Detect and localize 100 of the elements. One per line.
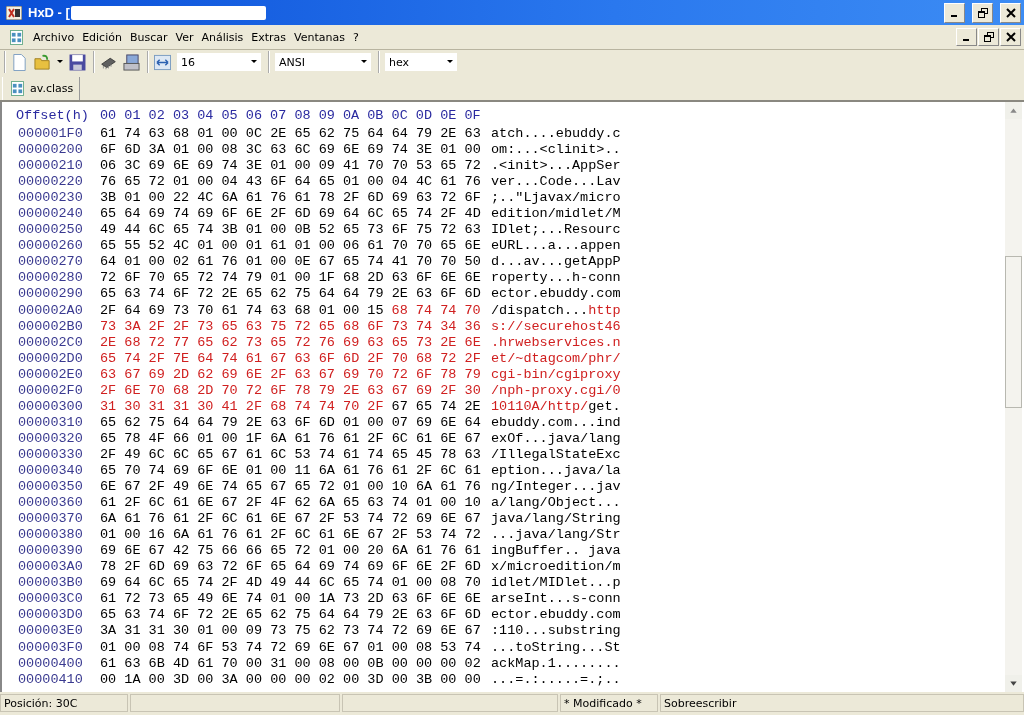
hex-bytes[interactable]: 01 00 08 74 6F 53 74 72 69 6E 67 01 00 08 53 74 <box>100 639 481 656</box>
ascii-text[interactable]: cgi-bin/cgiproxy <box>491 366 621 383</box>
menu-item[interactable]: Ver <box>171 30 198 44</box>
hex-bytes[interactable]: 65 70 74 69 6F 6E 01 00 11 6A 61 76 61 2F 6C 61 <box>100 463 481 480</box>
hex-bytes[interactable]: 65 64 69 74 69 6F 6E 2F 6D 69 64 6C 65 74 2F 4D <box>100 206 481 223</box>
ascii-text[interactable]: get. <box>588 398 621 415</box>
restore-button[interactable] <box>978 28 999 46</box>
ascii-text[interactable]: x/microedition/m <box>491 559 621 576</box>
hex-bytes[interactable]: 76 65 72 01 00 04 43 6F 64 65 01 00 04 4C 61 76 <box>100 174 481 191</box>
hex-bytes[interactable]: 65 74 2F 7E 64 74 61 67 63 6F 6D 2F 70 68 72 2F <box>100 350 481 367</box>
hex-bytes[interactable]: 49 44 6C 65 74 3B 01 00 0B 52 65 73 6F 75 72 63 <box>100 222 481 239</box>
disk-drive-icon[interactable] <box>123 53 140 71</box>
ascii-text[interactable]: /dispatch... <box>491 302 589 319</box>
menu-item[interactable]: Extras <box>247 30 291 44</box>
ascii-text[interactable]: :110...substring <box>491 623 621 640</box>
hex-bytes[interactable]: 61 72 73 65 49 6E 74 01 00 1A 73 2D 63 6F 6E 6E <box>100 591 481 608</box>
ascii-text[interactable]: roperty...h-conn <box>491 270 621 287</box>
hex-bytes[interactable]: 65 63 74 6F 72 2E 65 62 75 64 64 79 2E 63 6F 6D <box>100 607 481 624</box>
ascii-text[interactable]: 10110A/http/ <box>491 398 589 415</box>
hex-bytes[interactable]: 65 78 4F 66 01 00 1F 6A 61 76 61 2F 6C 61 6E 67 <box>100 430 481 447</box>
restore-button[interactable] <box>972 2 993 23</box>
dropdown-arrow-icon[interactable] <box>57 60 63 64</box>
menu-item[interactable]: ? <box>349 30 363 44</box>
hex-bytes[interactable]: 64 01 00 02 61 76 01 00 0E 67 65 74 41 70 70 50 <box>100 254 481 271</box>
ascii-text[interactable]: om:...<clinit>.. <box>491 142 621 159</box>
ascii-text[interactable]: http <box>588 302 621 319</box>
hex-bytes[interactable]: 3B 01 00 22 4C 6A 61 76 61 78 2F 6D 69 63 72 6F <box>100 190 481 207</box>
ascii-text[interactable]: ector.ebuddy.com <box>491 607 621 624</box>
document-icon[interactable] <box>10 29 23 45</box>
minimize-button[interactable] <box>956 28 977 46</box>
hex-bytes[interactable]: 6E 67 2F 49 6E 74 65 67 65 72 01 00 10 6A 61 76 <box>100 479 481 496</box>
file-tab[interactable]: av.class <box>2 77 81 100</box>
ascii-text[interactable]: et/~dtagcom/phr/ <box>491 350 621 367</box>
ascii-text[interactable]: ng/Integer...jav <box>491 479 621 496</box>
hex-bytes[interactable]: 00 1A 00 3D 00 3A 00 00 00 02 00 3D 00 3B 00 00 <box>100 671 481 688</box>
hex-bytes[interactable]: 65 55 52 4C 01 00 01 61 01 00 06 61 70 70 65 6E <box>100 238 481 255</box>
ascii-text[interactable]: /nph-proxy.cgi/0 <box>491 382 621 399</box>
hex-bytes[interactable]: 2F 64 69 73 70 61 74 63 68 01 00 15 <box>100 302 384 319</box>
hex-bytes[interactable]: 78 2F 6D 69 63 72 6F 65 64 69 74 69 6F 6E 2F 6D <box>100 559 481 576</box>
ascii-text[interactable]: .hrwebservices.n <box>491 334 621 351</box>
ascii-text[interactable]: s://securehost46 <box>491 318 621 335</box>
ascii-text[interactable]: ...java/lang/Str <box>491 527 621 544</box>
close-button[interactable] <box>1000 2 1021 23</box>
ascii-text[interactable]: eption...java/la <box>491 463 621 480</box>
hex-bytes[interactable]: 69 64 6C 65 74 2F 4D 49 44 6C 65 74 01 00 08 70 <box>100 575 481 592</box>
hex-bytes[interactable]: 67 65 74 2E <box>391 398 481 415</box>
bytes-per-row-dropdown[interactable]: 16 <box>177 53 261 71</box>
ascii-text[interactable]: ector.ebuddy.com <box>491 286 621 303</box>
menu-item[interactable]: Buscar <box>125 30 172 44</box>
hex-bytes[interactable]: 69 6E 67 42 75 66 66 65 72 01 00 20 6A 61 76 61 <box>100 543 481 560</box>
hex-bytes[interactable]: 01 00 16 6A 61 76 61 2F 6C 61 6E 67 2F 53 74 72 <box>100 527 481 544</box>
charset-dropdown[interactable]: ANSI <box>275 53 371 71</box>
new-file-icon[interactable] <box>11 53 28 71</box>
ascii-text[interactable]: .<init>...AppSer <box>491 158 621 175</box>
menu-item[interactable]: Ventanas <box>290 30 350 44</box>
ascii-text[interactable]: edition/midlet/M <box>491 206 621 223</box>
ascii-text[interactable]: ver...Code...Lav <box>491 174 621 191</box>
hex-bytes[interactable]: 61 74 63 68 01 00 0C 2E 65 62 75 64 64 79 2E 63 <box>100 126 481 143</box>
ascii-text[interactable]: ;.."Ljavax/micro <box>491 190 621 207</box>
hex-bytes[interactable]: 65 63 74 6F 72 2E 65 62 75 64 64 79 2E 63 6F 6D <box>100 286 481 303</box>
save-icon[interactable] <box>69 53 86 71</box>
hex-bytes[interactable]: 2F 49 6C 6C 65 67 61 6C 53 74 61 74 65 45 78 63 <box>100 446 481 463</box>
hex-bytes[interactable]: 61 2F 6C 61 6E 67 2F 4F 62 6A 65 63 74 01 00 10 <box>100 495 481 512</box>
ascii-text[interactable]: ackMap.1........ <box>491 655 621 672</box>
menu-item[interactable]: Archivo <box>29 30 79 44</box>
ascii-text[interactable]: idlet/MIDlet...p <box>491 575 621 592</box>
hex-bytes[interactable]: 68 74 74 70 <box>391 302 481 319</box>
menu-item[interactable]: Análisis <box>197 30 248 44</box>
ascii-text[interactable]: ingBuffer.. java <box>491 543 621 560</box>
hex-bytes[interactable]: 63 67 69 2D 62 69 6E 2F 63 67 69 70 72 6F 78 79 <box>100 366 481 383</box>
hex-bytes[interactable]: 31 30 31 31 30 41 2F 68 74 74 70 2F <box>100 398 384 415</box>
open-folder-icon[interactable] <box>34 53 51 71</box>
offset-base-dropdown[interactable]: hex <box>385 53 457 71</box>
scroll-thumb[interactable] <box>1005 256 1022 408</box>
hex-bytes[interactable]: 2E 68 72 77 65 62 73 65 72 76 69 63 65 73 2E 6E <box>100 334 481 351</box>
hex-bytes[interactable]: 3A 31 31 30 01 00 09 73 75 62 73 74 72 69 6E 67 <box>100 623 481 640</box>
ascii-text[interactable]: d...av...getAppP <box>491 254 621 271</box>
ascii-text[interactable]: arseInt...s-conn <box>491 591 621 608</box>
hex-bytes[interactable]: 61 63 6B 4D 61 70 00 31 00 08 00 0B 00 00 00 02 <box>100 655 481 672</box>
column-width-icon[interactable] <box>154 53 171 71</box>
minimize-button[interactable] <box>944 2 965 23</box>
ascii-text[interactable]: exOf...java/lang <box>491 430 621 447</box>
hex-bytes[interactable]: 06 3C 69 6E 69 74 3E 01 00 09 41 70 70 53 65 72 <box>100 158 481 175</box>
close-button[interactable] <box>1000 28 1021 46</box>
hex-bytes[interactable]: 2F 6E 70 68 2D 70 72 6F 78 79 2E 63 67 69 2F 30 <box>100 382 481 399</box>
hex-bytes[interactable]: 65 62 75 64 64 79 2E 63 6F 6D 01 00 07 69 6E 64 <box>100 414 481 431</box>
hex-bytes[interactable]: 6F 6D 3A 01 00 08 3C 63 6C 69 6E 69 74 3E 01 00 <box>100 142 481 159</box>
ascii-text[interactable]: a/lang/Object... <box>491 495 621 512</box>
ascii-text[interactable]: /IllegalStateExc <box>491 446 621 463</box>
ascii-text[interactable]: ...=.:.....=.;.. <box>491 671 621 688</box>
menu-item[interactable]: Edición <box>78 30 126 44</box>
ascii-text[interactable]: ebuddy.com...ind <box>491 414 621 431</box>
ascii-text[interactable]: ...toString...St <box>491 639 621 656</box>
ascii-text[interactable]: java/lang/String <box>491 511 621 528</box>
ascii-text[interactable]: eURL...a...appen <box>491 238 621 255</box>
ascii-text[interactable]: IDlet;...Resourc <box>491 222 621 239</box>
hex-bytes[interactable]: 73 3A 2F 2F 73 65 63 75 72 65 68 6F 73 74 34 36 <box>100 318 481 335</box>
ascii-text[interactable]: atch....ebuddy.c <box>491 126 621 143</box>
hex-bytes[interactable]: 72 6F 70 65 72 74 79 01 00 1F 68 2D 63 6F 6E 6E <box>100 270 481 287</box>
hex-bytes[interactable]: 6A 61 76 61 2F 6C 61 6E 67 2F 53 74 72 69 6E 67 <box>100 511 481 528</box>
